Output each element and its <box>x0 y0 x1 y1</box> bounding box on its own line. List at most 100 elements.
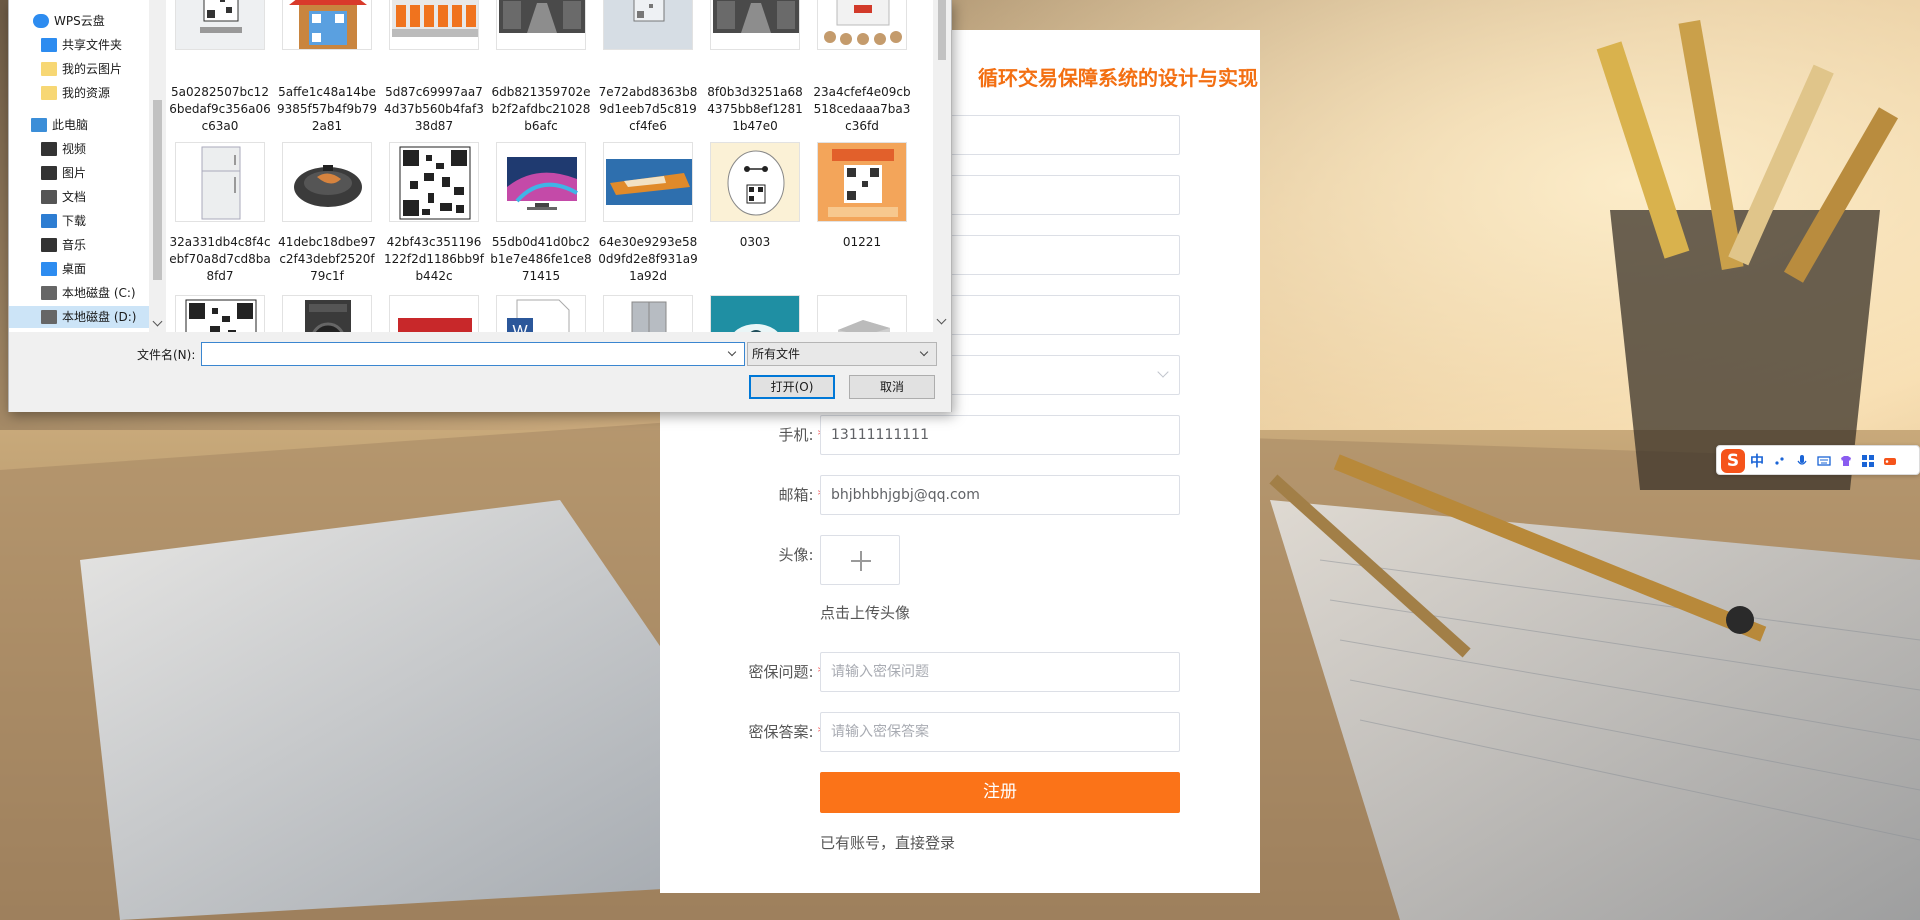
phone-row: 手机:* 13111111111 <box>660 415 1260 455</box>
file-thumbnail <box>710 0 800 50</box>
nav-item-label: 音乐 <box>62 238 87 252</box>
nav-item-0[interactable]: WPS云盘 <box>33 10 105 32</box>
chevron-down-icon[interactable] <box>727 347 737 357</box>
folder-icon <box>41 85 57 100</box>
grid-icon[interactable] <box>1861 454 1875 468</box>
open-button[interactable]: 打开(O) <box>749 375 835 399</box>
desktop-icon <box>41 261 57 276</box>
file-name: 64e30e9293e580d9fd2e8f931a91a92d <box>598 235 698 283</box>
tool-icon[interactable] <box>1883 454 1897 468</box>
file-name: 42bf43c351196122f2d1186bb9fb442c <box>383 235 484 283</box>
nav-item-2[interactable]: 我的云图片 <box>41 58 122 80</box>
file-thumbnail: W <box>496 295 586 332</box>
nav-item-label: 视频 <box>62 142 87 156</box>
file-thumbnail <box>496 142 586 222</box>
file-name: 8f0b3d3251a684375bb8ef12811b47e0 <box>707 85 803 133</box>
nav-item-label: 此电脑 <box>52 118 89 132</box>
punct-icon[interactable] <box>1773 454 1787 468</box>
file-thumbnail <box>603 295 693 332</box>
file-name: 23a4cfef4e09cb518cedaaa7ba3c36fd <box>813 85 911 133</box>
video-icon <box>41 141 57 156</box>
nav-item-8[interactable]: 下载 <box>41 210 86 232</box>
email-label: 邮箱:* <box>778 486 825 504</box>
file-name: 6db821359702eb2f2afdbc21028b6afc <box>491 85 591 133</box>
phone-input[interactable]: 13111111111 <box>820 415 1180 455</box>
file-thumbnail <box>175 142 265 222</box>
drive-icon <box>41 309 57 324</box>
file-thumbnail <box>817 0 907 50</box>
avatar-upload[interactable] <box>820 535 900 585</box>
security-answer-label: 密保答案:* <box>748 723 825 741</box>
email-input[interactable]: bhjbhbhjgbj@qq.com <box>820 475 1180 515</box>
file-name: 5a0282507bc126bedaf9c356a06c63a0 <box>169 85 271 133</box>
dialog-footer: 文件名(N): 所有文件 打开(O) 取消 <box>9 332 951 412</box>
music-icon <box>41 237 57 252</box>
nav-item-label: 桌面 <box>62 262 87 276</box>
chevron-down-icon <box>919 347 929 357</box>
file-thumbnail <box>710 295 800 332</box>
download-icon <box>41 213 57 228</box>
nav-item-label: 本地磁盘 (D:) <box>62 310 137 324</box>
security-answer-row: 密保答案:* 请输入密保答案 <box>660 712 1260 752</box>
nav-item-11[interactable]: 本地磁盘 (C:) <box>41 282 136 304</box>
scroll-down-icon[interactable] <box>152 316 163 327</box>
file-thumbnail <box>282 295 372 332</box>
scroll-down-icon[interactable] <box>936 314 947 325</box>
chevron-down-icon <box>1157 366 1169 378</box>
file-thumbnail <box>282 142 372 222</box>
mic-icon[interactable] <box>1795 454 1809 468</box>
file-grid: 5a0282507bc126bedaf9c356a06c63a0 5affe1c4… <box>169 0 929 332</box>
ime-mode-toggle[interactable]: 中 <box>1750 451 1764 471</box>
cancel-button[interactable]: 取消 <box>849 375 935 399</box>
email-row: 邮箱:* bhjbhbhjgbj@qq.com <box>660 475 1260 515</box>
nav-item-label: 图片 <box>62 166 87 180</box>
security-question-row: 密保问题:* 请输入密保问题 <box>660 652 1260 692</box>
nav-item-label: 我的云图片 <box>62 62 123 76</box>
nav-item-label: 我的资源 <box>62 86 111 100</box>
file-name: 0303 <box>739 235 771 249</box>
shared-folder-icon <box>41 37 57 52</box>
security-answer-input[interactable]: 请输入密保答案 <box>820 712 1180 752</box>
skin-icon[interactable] <box>1839 454 1853 468</box>
computer-icon <box>31 117 47 132</box>
drive-icon <box>41 285 57 300</box>
filetype-select[interactable]: 所有文件 <box>747 342 937 366</box>
sogou-logo-icon[interactable]: S <box>1721 449 1745 473</box>
file-scrollbar[interactable] <box>933 0 951 332</box>
nav-item-6[interactable]: 图片 <box>41 162 86 184</box>
nav-item-7[interactable]: 文档 <box>41 186 86 208</box>
login-link[interactable]: 已有账号，直接登录 <box>820 832 955 853</box>
filename-label: 文件名(N): <box>137 348 196 362</box>
nav-item-5[interactable]: 视频 <box>41 138 86 160</box>
file-name: 41debc18dbe97c2f43debf2520f79c1f <box>278 235 376 283</box>
security-question-label: 密保问题:* <box>748 663 825 681</box>
keyboard-icon[interactable] <box>1817 454 1831 468</box>
avatar-upload-hint[interactable]: 点击上传头像 <box>820 602 910 623</box>
nav-item-4[interactable]: 此电脑 <box>31 114 88 136</box>
file-thumbnail <box>603 0 693 50</box>
ime-toolbar: S 中 <box>1716 445 1920 475</box>
folder-icon <box>41 61 57 76</box>
nav-item-3[interactable]: 我的资源 <box>41 82 110 104</box>
register-button[interactable]: 注册 <box>820 772 1180 813</box>
nav-item-label: WPS云盘 <box>54 14 105 28</box>
cloud-icon <box>33 13 49 28</box>
avatar-row: 头像:* <box>660 535 1260 575</box>
file-name: 01221 <box>842 235 882 249</box>
nav-item-12[interactable]: 本地磁盘 (D:) <box>9 306 149 328</box>
file-thumbnail <box>389 0 479 50</box>
nav-item-label: 下载 <box>62 214 87 228</box>
file-name: 5affe1c48a14be9385f57b4f9b792a81 <box>276 85 378 133</box>
file-name: 32a331db4c8f4cebf70a8d7cd8ba8fd7 <box>169 235 271 283</box>
nav-item-10[interactable]: 桌面 <box>41 258 86 280</box>
filename-input[interactable] <box>201 342 745 366</box>
navigation-scrollbar[interactable] <box>149 0 166 332</box>
security-question-input[interactable]: 请输入密保问题 <box>820 652 1180 692</box>
phone-label: 手机:* <box>778 426 825 444</box>
nav-item-9[interactable]: 音乐 <box>41 234 86 256</box>
file-thumbnail <box>603 142 693 222</box>
nav-item-1[interactable]: 共享文件夹 <box>41 34 122 56</box>
nav-item-label: 共享文件夹 <box>62 38 123 52</box>
avatar-label: 头像:* <box>778 546 814 564</box>
file-open-dialog: WPS云盘共享文件夹我的云图片我的资源此电脑视频图片文档下载音乐桌面本地磁盘 (… <box>8 0 952 412</box>
